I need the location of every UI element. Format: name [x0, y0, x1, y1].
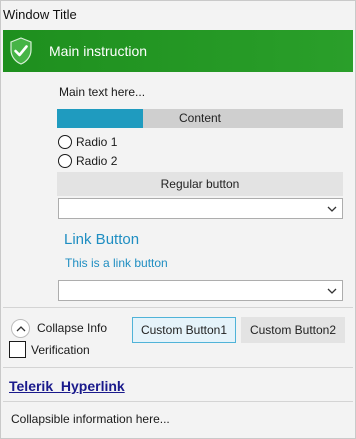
- radio-label: Radio 2: [76, 154, 118, 168]
- radio-circle-icon[interactable]: [58, 135, 72, 149]
- collapsible-info-text: Collapsible information here...: [11, 412, 170, 426]
- combo-box-1[interactable]: [58, 198, 343, 219]
- chevron-down-icon[interactable]: [322, 199, 342, 218]
- dialog-footer: Collapse Info Custom Button1 Custom Butt…: [3, 307, 353, 436]
- divider: [3, 367, 353, 368]
- verification-label: Verification: [31, 342, 90, 357]
- main-instruction: Main instruction: [49, 43, 148, 59]
- radio-2[interactable]: Radio 2: [58, 154, 117, 168]
- radio-1[interactable]: Radio 1: [58, 135, 117, 149]
- link-button-text[interactable]: This is a link button: [65, 256, 168, 270]
- content-area: Main text here... Content Radio 1 Radio …: [1, 72, 355, 307]
- window-title: Window Title: [3, 7, 77, 22]
- link-button[interactable]: Link Button: [64, 231, 139, 248]
- custom-button-2[interactable]: Custom Button2: [241, 317, 345, 343]
- custom-button-1[interactable]: Custom Button1: [132, 317, 236, 343]
- verification-checkbox[interactable]: Verification: [9, 341, 90, 358]
- content-progress-bar: Content: [57, 109, 343, 128]
- chevron-up-icon[interactable]: [11, 319, 30, 338]
- main-text: Main text here...: [59, 85, 146, 99]
- chevron-down-icon[interactable]: [322, 281, 342, 300]
- progress-label: Content: [178, 111, 222, 125]
- telerik-hyperlink[interactable]: Telerik_Hyperlink: [9, 378, 125, 394]
- radio-label: Radio 1: [76, 135, 118, 149]
- instruction-header: Main instruction: [3, 30, 353, 72]
- radio-circle-icon[interactable]: [58, 154, 72, 168]
- collapse-info-label[interactable]: Collapse Info: [37, 321, 107, 335]
- task-dialog-window: Window Title Main instruction Main text …: [0, 0, 356, 439]
- shield-check-icon: [10, 37, 32, 65]
- divider: [3, 401, 353, 402]
- combo-box-2[interactable]: [58, 280, 343, 301]
- checkbox-icon[interactable]: [9, 341, 26, 358]
- regular-button[interactable]: Regular button: [57, 172, 343, 196]
